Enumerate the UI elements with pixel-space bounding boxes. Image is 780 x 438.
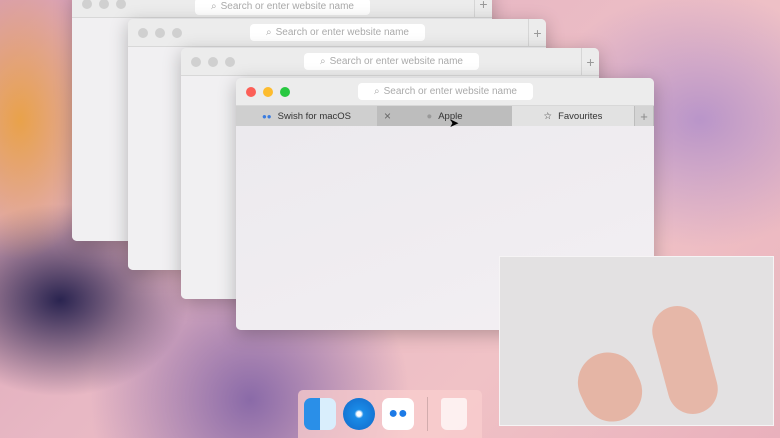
tab-favourites[interactable]: ☆ Favourites xyxy=(512,106,635,126)
trackpad-overlay xyxy=(499,256,774,426)
close-tab-icon[interactable]: × xyxy=(384,109,391,123)
dock: ●● xyxy=(298,390,482,438)
star-icon: ☆ xyxy=(543,110,553,122)
minimize-button[interactable] xyxy=(263,87,273,97)
trash-icon[interactable] xyxy=(441,398,467,430)
close-button[interactable] xyxy=(246,87,256,97)
search-icon: ⌕ xyxy=(210,1,217,12)
address-bar[interactable]: ⌕ Search or enter website name xyxy=(304,53,479,70)
finger-2 xyxy=(646,300,724,420)
swish-app-icon[interactable]: ●● xyxy=(382,398,414,430)
title-bar: ⌕ Search or enter website name + xyxy=(128,19,546,47)
title-bar: ⌕ Search or enter website name xyxy=(236,78,654,106)
search-icon: ⌕ xyxy=(265,27,272,38)
tab-swish[interactable]: ●● Swish for macOS xyxy=(236,106,378,126)
finder-icon[interactable] xyxy=(304,398,336,430)
new-tab-button[interactable]: + xyxy=(581,48,599,75)
apple-icon: ● xyxy=(426,110,433,122)
dock-divider xyxy=(427,397,428,431)
finger-1 xyxy=(568,342,652,425)
address-bar[interactable]: ⌕ Search or enter website name xyxy=(250,24,425,41)
search-icon: ⌕ xyxy=(319,56,326,67)
new-tab-button[interactable]: + xyxy=(528,19,546,46)
title-bar: ⌕ Search or enter website name + xyxy=(181,48,599,76)
swish-icon: ●● xyxy=(261,111,272,121)
address-bar[interactable]: ⌕ Search or enter website name xyxy=(358,83,533,100)
zoom-button[interactable] xyxy=(280,87,290,97)
search-icon: ⌕ xyxy=(373,86,380,97)
mouse-cursor-icon: ➤ xyxy=(449,116,460,130)
new-tab-button[interactable]: + xyxy=(635,106,654,126)
address-bar[interactable]: ⌕ Search or enter website name xyxy=(195,0,370,15)
tab-apple[interactable]: × ● Apple xyxy=(378,106,512,126)
new-tab-button[interactable]: + xyxy=(474,0,492,17)
safari-icon[interactable] xyxy=(343,398,375,430)
tab-bar: ●● Swish for macOS × ● Apple ☆ Favourites + xyxy=(236,106,654,126)
title-bar: ⌕ Search or enter website name + xyxy=(72,0,492,18)
